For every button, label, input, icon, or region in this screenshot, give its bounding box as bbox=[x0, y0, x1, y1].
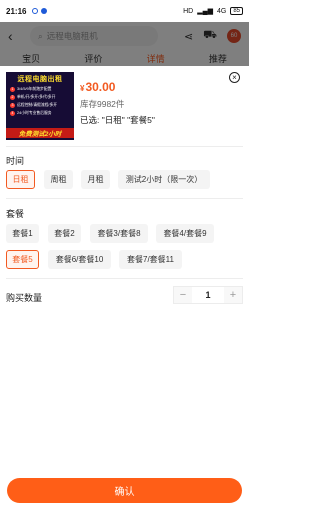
quantity-stepper: − 1 + bbox=[173, 286, 243, 304]
quantity-label: 购买数量 bbox=[6, 293, 43, 303]
product-price: ¥30.00 bbox=[80, 80, 115, 94]
network-label: HD bbox=[183, 7, 194, 15]
package-option-3-8[interactable]: 套餐3/套餐8 bbox=[90, 224, 148, 243]
signal-label: 4G bbox=[216, 7, 227, 15]
package-option-5[interactable]: 套餐5 bbox=[6, 250, 39, 269]
thumbnail-line: 2 单机/开/多开/多代/多开 bbox=[10, 94, 56, 100]
time-option-daily[interactable]: 日租 bbox=[6, 170, 35, 189]
decrease-button[interactable]: − bbox=[174, 287, 192, 303]
status-time: 21:16 bbox=[6, 6, 27, 16]
confirm-button[interactable]: 确认 bbox=[7, 478, 242, 503]
notification-icons bbox=[32, 8, 48, 14]
package-option-4-9[interactable]: 套餐4/套餐9 bbox=[156, 224, 214, 243]
price-value: 30.00 bbox=[85, 80, 116, 94]
modal-overlay[interactable] bbox=[0, 22, 249, 66]
time-option-weekly[interactable]: 周租 bbox=[44, 170, 73, 189]
package-option-1[interactable]: 套餐1 bbox=[6, 224, 39, 243]
increase-button[interactable]: + bbox=[224, 287, 242, 303]
package-option-6-10[interactable]: 套餐6/套餐10 bbox=[48, 250, 111, 269]
battery-icon: 85 bbox=[230, 7, 243, 15]
package-option-7-11[interactable]: 套餐7/套餐11 bbox=[119, 250, 182, 269]
product-thumbnail[interactable]: 远程电脑出租 1 3/4/5/9年前跑步配置 2 单机/开/多开/多代/多开 3 远程… bbox=[6, 72, 74, 140]
status-bar: 21:16 HD ▂▄▆ 4G 85 bbox=[0, 0, 249, 22]
stock-count: 库存9982件 bbox=[80, 99, 125, 109]
thumbnail-line: 3 远程控制/请假流程/多开 bbox=[10, 102, 58, 108]
sku-sheet: × 远程电脑出租 1 3/4/5/9年前跑步配置 2 单机/开/多开/多代/多开 3… bbox=[0, 66, 249, 506]
thumbnail-banner: 免费测试2小时 bbox=[6, 128, 74, 138]
package-option-2[interactable]: 套餐2 bbox=[48, 224, 81, 243]
signal-icon: ▂▄▆ bbox=[197, 8, 213, 15]
currency-symbol: ¥ bbox=[80, 84, 85, 93]
status-indicators: HD ▂▄▆ 4G 85 bbox=[183, 7, 243, 15]
package-section-title: 套餐 bbox=[6, 209, 25, 219]
time-section-title: 时间 bbox=[6, 156, 25, 166]
divider bbox=[6, 146, 243, 147]
close-icon[interactable]: × bbox=[229, 72, 240, 83]
thumbnail-title: 远程电脑出租 bbox=[17, 76, 63, 83]
quantity-value[interactable]: 1 bbox=[192, 287, 224, 303]
selected-options: 已选: "日租" "套餐5" bbox=[80, 115, 155, 125]
divider bbox=[6, 198, 243, 199]
thumbnail-line: 1 3/4/5/9年前跑步配置 bbox=[10, 86, 52, 92]
time-option-trial[interactable]: 测试2小时（限一次） bbox=[118, 170, 210, 189]
divider bbox=[6, 278, 243, 279]
thumbnail-line: 4 24小时专业售后服务 bbox=[10, 110, 52, 116]
time-option-monthly[interactable]: 月租 bbox=[81, 170, 110, 189]
